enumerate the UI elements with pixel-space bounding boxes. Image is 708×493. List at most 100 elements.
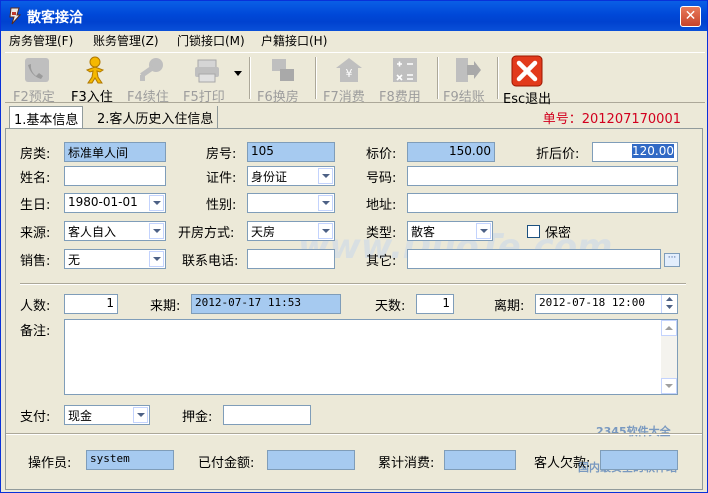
chevron-down-icon[interactable] (149, 223, 164, 239)
chevron-down-icon (234, 71, 242, 76)
gender-select[interactable] (247, 193, 335, 213)
confidential-checkbox[interactable] (527, 225, 540, 238)
list-price-field[interactable]: 150.00 (407, 142, 495, 162)
guest-type-value: 散客 (411, 225, 436, 239)
app-icon (9, 7, 22, 25)
ellipsis-button[interactable]: ··· (664, 253, 680, 267)
departure-spinner[interactable] (661, 295, 677, 313)
chevron-down-icon[interactable] (318, 168, 333, 184)
toolbar-button-change-room[interactable]: F6换房 (257, 55, 309, 105)
red-x-icon (511, 55, 543, 87)
toolbar-label: F7消费 (323, 90, 365, 105)
yen-house-icon: ¥ (336, 58, 362, 82)
toolbar-separator (249, 57, 251, 99)
swap-icon (272, 59, 294, 81)
scroll-down-icon[interactable] (661, 378, 677, 394)
arrival-field[interactable]: 2012-07-17 11:53 (191, 294, 341, 314)
toolbar-button-checkin[interactable]: F3入住 (71, 55, 119, 105)
remark-scrollbar[interactable] (661, 320, 677, 394)
toolbar-button-exit[interactable]: Esc退出 (503, 55, 551, 107)
menu-household[interactable]: 户籍接口(H) (261, 32, 327, 49)
scroll-up-icon[interactable] (661, 320, 677, 336)
window-title: 散客接洽 (27, 10, 83, 26)
title-bar[interactable]: 散客接洽 ✕ (1, 1, 707, 31)
menu-room[interactable]: 房务管理(F) (9, 32, 73, 49)
departure-input[interactable]: 2012-07-18 12:00 (535, 294, 678, 314)
paid-field[interactable] (267, 450, 355, 470)
payment-value: 现金 (68, 409, 93, 423)
toolbar-button-reserve[interactable]: F2预定 (13, 55, 61, 105)
persons-label: 人数: (20, 299, 51, 314)
chevron-down-icon[interactable] (149, 251, 164, 267)
other-input[interactable] (407, 249, 661, 269)
source-select[interactable]: 客人自入 (64, 221, 166, 241)
id-type-select[interactable]: 身份证 (247, 166, 335, 186)
close-button[interactable]: ✕ (680, 6, 701, 27)
tab-basic-info[interactable]: 1.基本信息 (9, 106, 84, 128)
source-value: 客人自入 (68, 225, 117, 239)
name-label: 姓名: (20, 171, 51, 186)
guest-type-select[interactable]: 散客 (407, 221, 493, 241)
toolbar-label: Esc退出 (503, 92, 552, 107)
operator-field[interactable]: system (86, 450, 174, 470)
room-type-field[interactable]: 标准单人间 (64, 142, 166, 162)
remark-textarea[interactable] (64, 319, 678, 395)
toolbar-button-checkout[interactable]: F9结账 (443, 55, 491, 105)
toolbar-label: F4续住 (127, 90, 169, 105)
svg-text:¥: ¥ (346, 67, 353, 80)
spin-arrows-icon (666, 297, 673, 309)
payment-select[interactable]: 现金 (64, 405, 150, 425)
payment-label: 支付: (20, 410, 51, 425)
toolbar-button-fees[interactable]: F8费用 (379, 55, 431, 105)
chevron-down-icon[interactable] (318, 195, 333, 211)
id-number-input[interactable] (407, 166, 678, 186)
address-input[interactable] (407, 193, 678, 213)
divider (6, 433, 702, 435)
discount-price-field[interactable]: 120.00 (592, 142, 678, 162)
toolbar: F2预定 F3入住 F4续住 F5打印 F6换房 ¥ F7消费 F8费用 F9结… (5, 52, 705, 107)
chevron-down-icon[interactable] (318, 223, 333, 239)
birthday-label: 生日: (20, 198, 51, 213)
gender-label: 性别: (206, 198, 237, 213)
consumption-field[interactable] (444, 450, 516, 470)
chevron-down-icon[interactable] (149, 195, 164, 211)
phone-input[interactable] (247, 249, 335, 269)
toolbar-separator (315, 57, 317, 99)
toolbar-button-extend[interactable]: F4续住 (127, 55, 175, 105)
remark-label: 备注: (20, 324, 51, 339)
calculator-icon (393, 58, 417, 82)
id-type-label: 证件: (206, 171, 237, 186)
open-mode-value: 天房 (251, 225, 276, 239)
source-label: 来源: (20, 226, 51, 241)
chevron-down-icon[interactable] (476, 223, 491, 239)
name-input[interactable] (64, 166, 166, 186)
address-label: 地址: (366, 198, 397, 213)
days-label: 天数: (375, 299, 406, 314)
tab-guest-history[interactable]: 2.客人历史入住信息 (93, 106, 219, 128)
departure-value: 2012-07-18 12:00 (539, 296, 645, 309)
toolbar-label: F6换房 (257, 90, 299, 105)
menu-account[interactable]: 账务管理(Z) (93, 32, 159, 49)
toolbar-label: F8费用 (379, 90, 421, 105)
toolbar-separator (437, 57, 439, 99)
phone-label: 联系电话: (182, 254, 239, 269)
deposit-label: 押金: (182, 410, 213, 425)
printer-icon (195, 59, 219, 83)
id-type-value: 身份证 (251, 170, 288, 184)
days-input[interactable]: 1 (416, 294, 454, 314)
order-number-label: 单号： (542, 112, 582, 127)
chevron-down-icon[interactable] (133, 407, 148, 423)
menu-lock[interactable]: 门锁接口(M) (177, 32, 245, 49)
birthday-select[interactable]: 1980-01-01 (64, 193, 166, 213)
room-number-field[interactable]: 105 (247, 142, 335, 162)
deposit-input[interactable] (223, 405, 311, 425)
print-dropdown-button[interactable] (233, 71, 243, 81)
toolbar-button-consume[interactable]: ¥ F7消费 (323, 55, 375, 105)
toolbar-separator (497, 57, 499, 99)
toolbar-button-print[interactable]: F5打印 (183, 55, 231, 105)
open-mode-select[interactable]: 天房 (247, 221, 335, 241)
persons-input[interactable]: 1 (64, 294, 118, 314)
sales-select[interactable]: 无 (64, 249, 166, 269)
owed-field[interactable] (600, 450, 678, 470)
phone-icon (25, 58, 49, 82)
